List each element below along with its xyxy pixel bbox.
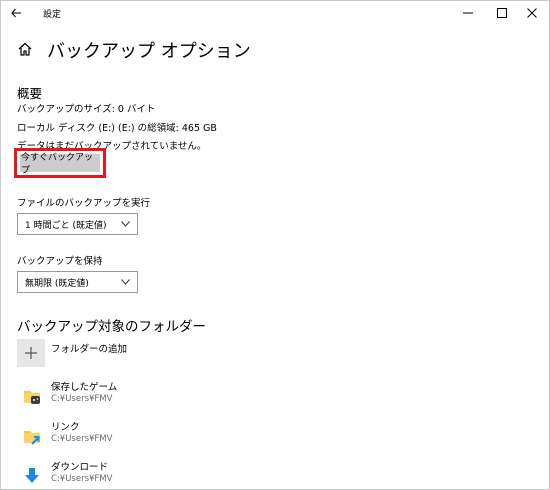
close-button[interactable] — [515, 1, 549, 25]
close-icon — [527, 8, 537, 18]
overview-heading: 概要 — [17, 86, 43, 101]
retention-selected-value: 無期限 (既定値) — [25, 278, 89, 289]
backup-now-highlight: 今すぐバックアップ — [14, 148, 106, 178]
folder-item-links[interactable]: リンク C:¥Users¥FMV — [17, 419, 317, 453]
schedule-selected-value: 1 時間ごと (既定値) — [25, 220, 107, 231]
folders-heading: バックアップ対象のフォルダー — [17, 319, 206, 335]
disk-total-text: ローカル ディスク (E:) (E:) の総領域: 465 GB — [17, 123, 217, 134]
folder-name: リンク — [51, 422, 80, 433]
folder-path: C:¥Users¥FMV — [51, 434, 113, 444]
retention-label: バックアップを保持 — [17, 256, 103, 267]
back-arrow-icon — [11, 8, 21, 18]
minimize-button[interactable] — [451, 1, 485, 25]
home-icon[interactable] — [17, 41, 33, 57]
folder-name: ダウンロード — [51, 462, 109, 473]
folder-name: 保存したゲーム — [51, 382, 118, 393]
backup-size-text: バックアップのサイズ: 0 バイト — [17, 104, 156, 115]
add-folder-label[interactable]: フォルダーの追加 — [51, 341, 127, 355]
folder-item-downloads[interactable]: ダウンロード C:¥Users¥FMV — [17, 459, 317, 489]
folder-path: C:¥Users¥FMV — [51, 394, 113, 404]
maximize-button[interactable] — [485, 1, 519, 25]
links-folder-icon — [24, 431, 40, 445]
retention-dropdown[interactable]: 無期限 (既定値) — [17, 271, 138, 293]
maximize-icon — [497, 8, 507, 18]
title-bar: 設定 — [1, 1, 549, 27]
minimize-icon — [463, 12, 473, 14]
chevron-down-icon — [121, 279, 130, 285]
back-button[interactable] — [7, 4, 27, 22]
settings-window: 設定 バックアップ オプション 概要 バックアップのサイズ: 0 バイト ローカ… — [0, 0, 550, 490]
plus-icon — [25, 347, 37, 359]
backup-now-button[interactable]: 今すぐバックアップ — [20, 153, 100, 176]
schedule-label: ファイルのバックアップを実行 — [17, 198, 151, 209]
add-folder-button[interactable] — [17, 339, 45, 367]
window-title: 設定 — [43, 10, 62, 20]
folder-item-saved-games[interactable]: 保存したゲーム C:¥Users¥FMV — [17, 379, 317, 413]
download-arrow-icon — [25, 468, 39, 483]
chevron-down-icon — [121, 221, 130, 227]
schedule-dropdown[interactable]: 1 時間ごと (既定値) — [17, 213, 138, 235]
folder-path: C:¥Users¥FMV — [51, 474, 113, 484]
page-title: バックアップ オプション — [47, 41, 251, 62]
saved-games-folder-icon — [24, 391, 40, 404]
